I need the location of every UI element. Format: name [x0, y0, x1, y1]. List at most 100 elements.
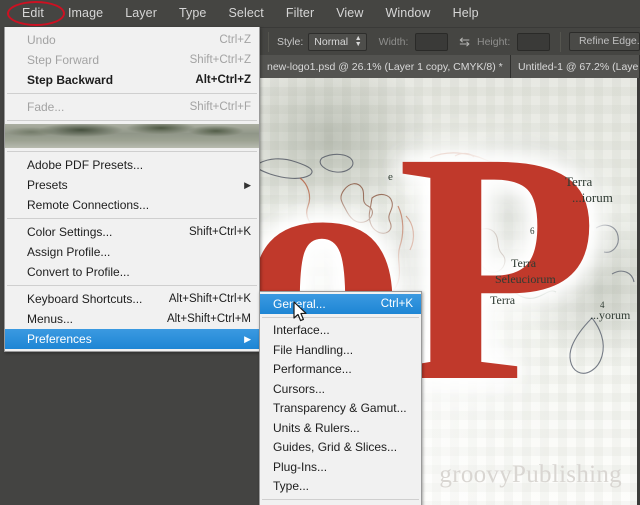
menu-separator [7, 151, 257, 152]
document-tab[interactable]: Untitled-1 @ 67.2% (Laye [510, 55, 640, 78]
menu-item-label: Units & Rulers... [273, 420, 360, 435]
menu-separator [7, 285, 257, 286]
menu-item-label: Assign Profile... [27, 245, 111, 259]
height-input[interactable] [517, 32, 550, 51]
document-tab-bar: new-logo1.psd @ 26.1% (Layer 1 copy, CMY… [260, 55, 640, 78]
options-divider [268, 31, 269, 52]
document-tab[interactable]: new-logo1.psd @ 26.1% (Layer 1 copy, CMY… [260, 55, 511, 78]
prefs-item-transparency-gamut[interactable]: Transparency & Gamut... [260, 399, 421, 419]
chevron-right-icon: ▶ [244, 333, 251, 344]
document-tab-title: Untitled-1 @ 67.2% (Laye [517, 60, 639, 73]
width-input[interactable] [415, 32, 449, 51]
menu-item-label: Interface... [273, 323, 330, 338]
watermark: groovyPublishing [439, 461, 622, 488]
chevron-right-icon: ▶ [244, 179, 251, 190]
menu-item-label: Step Forward [27, 53, 100, 67]
menu-item-label: Keyboard Shortcuts... [27, 292, 143, 306]
prefs-item-interface[interactable]: Interface... [260, 321, 421, 341]
menu-help[interactable]: Help [442, 0, 490, 27]
chevron-updown-icon: ▲ ▼ [354, 34, 362, 48]
prefs-item-plug-ins[interactable]: Plug-Ins... [260, 457, 421, 477]
map-label: Terra [511, 256, 537, 270]
menu-separator [262, 316, 419, 318]
menu-separator [262, 499, 419, 500]
edit-menu-item-adobe-pdf-presets[interactable]: Adobe PDF Presets... [5, 155, 259, 175]
menu-item-label: Type... [273, 479, 310, 494]
prefs-item-file-handling[interactable]: File Handling... [260, 340, 421, 360]
edit-menu-item-menus[interactable]: Menus... Alt+Shift+Ctrl+M [5, 309, 259, 329]
edit-menu-item-convert-to-profile[interactable]: Convert to Profile... [5, 262, 259, 282]
menu-item-label: Undo [27, 33, 56, 47]
menu-item-shortcut: Ctrl+Z [219, 34, 251, 46]
edit-menu-item-preferences[interactable]: Preferences ▶ [5, 329, 259, 349]
options-bar: Style: Normal ▲ ▼ Width: ⇆ Height: Refine… [260, 27, 640, 55]
menu-item-shortcut: Shift+Ctrl+F [189, 101, 251, 113]
menu-item-label: Cursors... [273, 381, 326, 396]
edit-dropdown-menu: Undo Ctrl+Z Step Forward Shift+Ctrl+Z Step B… [4, 27, 260, 352]
menu-item-label: Step Backward [27, 73, 114, 87]
menu-image[interactable]: Image [57, 0, 114, 27]
map-label: Terra [490, 293, 516, 307]
menu-item-label: Menus... [27, 312, 74, 326]
prefs-item-guides-grid-slices[interactable]: Guides, Grid & Slices... [260, 438, 421, 458]
menu-type[interactable]: Type [168, 0, 218, 27]
swap-arrows-icon[interactable]: ⇆ [459, 35, 470, 48]
edit-menu-item-fade: Fade... Shift+Ctrl+F [5, 97, 259, 117]
menu-item-label: File Handling... [273, 342, 354, 357]
menu-view[interactable]: View [325, 0, 374, 27]
edit-menu-item-keyboard-shortcuts[interactable]: Keyboard Shortcuts... Alt+Shift+Ctrl+K [5, 289, 259, 309]
style-select-value: Normal [314, 35, 349, 48]
edit-menu-item-assign-profile[interactable]: Assign Profile... [5, 242, 259, 262]
menu-window[interactable]: Window [375, 0, 442, 27]
menu-item-label: Convert to Profile... [27, 265, 130, 279]
photoshop-window: oP Terra ...iorum Terra Seleuciorum Terra...… [0, 0, 640, 505]
menu-item-label: Color Settings... [27, 225, 113, 239]
menu-select[interactable]: Select [217, 0, 274, 27]
menu-layer[interactable]: Layer [114, 0, 168, 27]
menu-separator [7, 120, 257, 121]
map-label: ...yorum [590, 308, 631, 322]
options-divider [559, 31, 561, 52]
menu-item-label: Fade... [27, 100, 65, 114]
menu-item-shortcut: Alt+Shift+Ctrl+K [168, 293, 251, 305]
map-label: Seleuciorum [495, 272, 556, 286]
menu-item-shortcut: Alt+Ctrl+Z [195, 74, 251, 86]
menu-item-shortcut: Shift+Ctrl+Z [189, 54, 251, 66]
prefs-item-type[interactable]: Type... [260, 477, 421, 497]
edit-menu-item-presets[interactable]: Presets ▶ [5, 175, 259, 195]
menu-edit[interactable]: Edit [10, 0, 57, 27]
menu-item-label: General... [273, 296, 326, 311]
menu-item-label: Transparency & Gamut... [273, 401, 407, 416]
refine-edge-button[interactable]: Refine Edge... [568, 32, 640, 51]
edit-menu-item-undo: Undo Ctrl+Z [5, 30, 259, 50]
document-tab-title: new-logo1.psd @ 26.1% (Layer 1 copy, CMY… [267, 60, 503, 73]
style-select[interactable]: Normal ▲ ▼ [308, 32, 367, 51]
menu-item-label: Guides, Grid & Slices... [273, 440, 398, 455]
menu-separator [7, 218, 257, 219]
menu-item-shortcut: Alt+Shift+Ctrl+M [166, 313, 251, 325]
height-label: Height: [477, 35, 511, 48]
map-label: e [388, 171, 393, 183]
prefs-item-units-rulers[interactable]: Units & Rulers... [260, 418, 421, 438]
preferences-submenu: General... Ctrl+K Interface... File Handlin… [259, 291, 422, 505]
smudge-overlay [5, 124, 259, 148]
edit-menu-item-step-backward[interactable]: Step Backward Alt+Ctrl+Z [5, 70, 259, 90]
map-label: ...iorum [572, 190, 613, 205]
menu-item-label: Performance... [273, 362, 352, 377]
menu-filter[interactable]: Filter [275, 0, 325, 27]
map-label: Terra [565, 174, 593, 189]
menu-item-label: Adobe PDF Presets... [27, 158, 144, 172]
prefs-item-general[interactable]: General... Ctrl+K [260, 294, 421, 314]
obscured-menu-region [5, 124, 259, 148]
edit-menu-item-step-forward: Step Forward Shift+Ctrl+Z [5, 50, 259, 70]
menu-item-shortcut: Shift+Ctrl+K [189, 226, 251, 238]
width-label: Width: [378, 35, 409, 48]
map-label: 4 [600, 300, 605, 310]
map-label: 6 [530, 226, 535, 236]
prefs-item-performance[interactable]: Performance... [260, 360, 421, 380]
edit-menu-item-color-settings[interactable]: Color Settings... Shift+Ctrl+K [5, 222, 259, 242]
edit-menu-item-remote-connections[interactable]: Remote Connections... [5, 195, 259, 215]
menu-item-label: Remote Connections... [27, 198, 150, 212]
prefs-item-cursors[interactable]: Cursors... [260, 379, 421, 399]
menu-item-shortcut: Ctrl+K [380, 297, 413, 310]
